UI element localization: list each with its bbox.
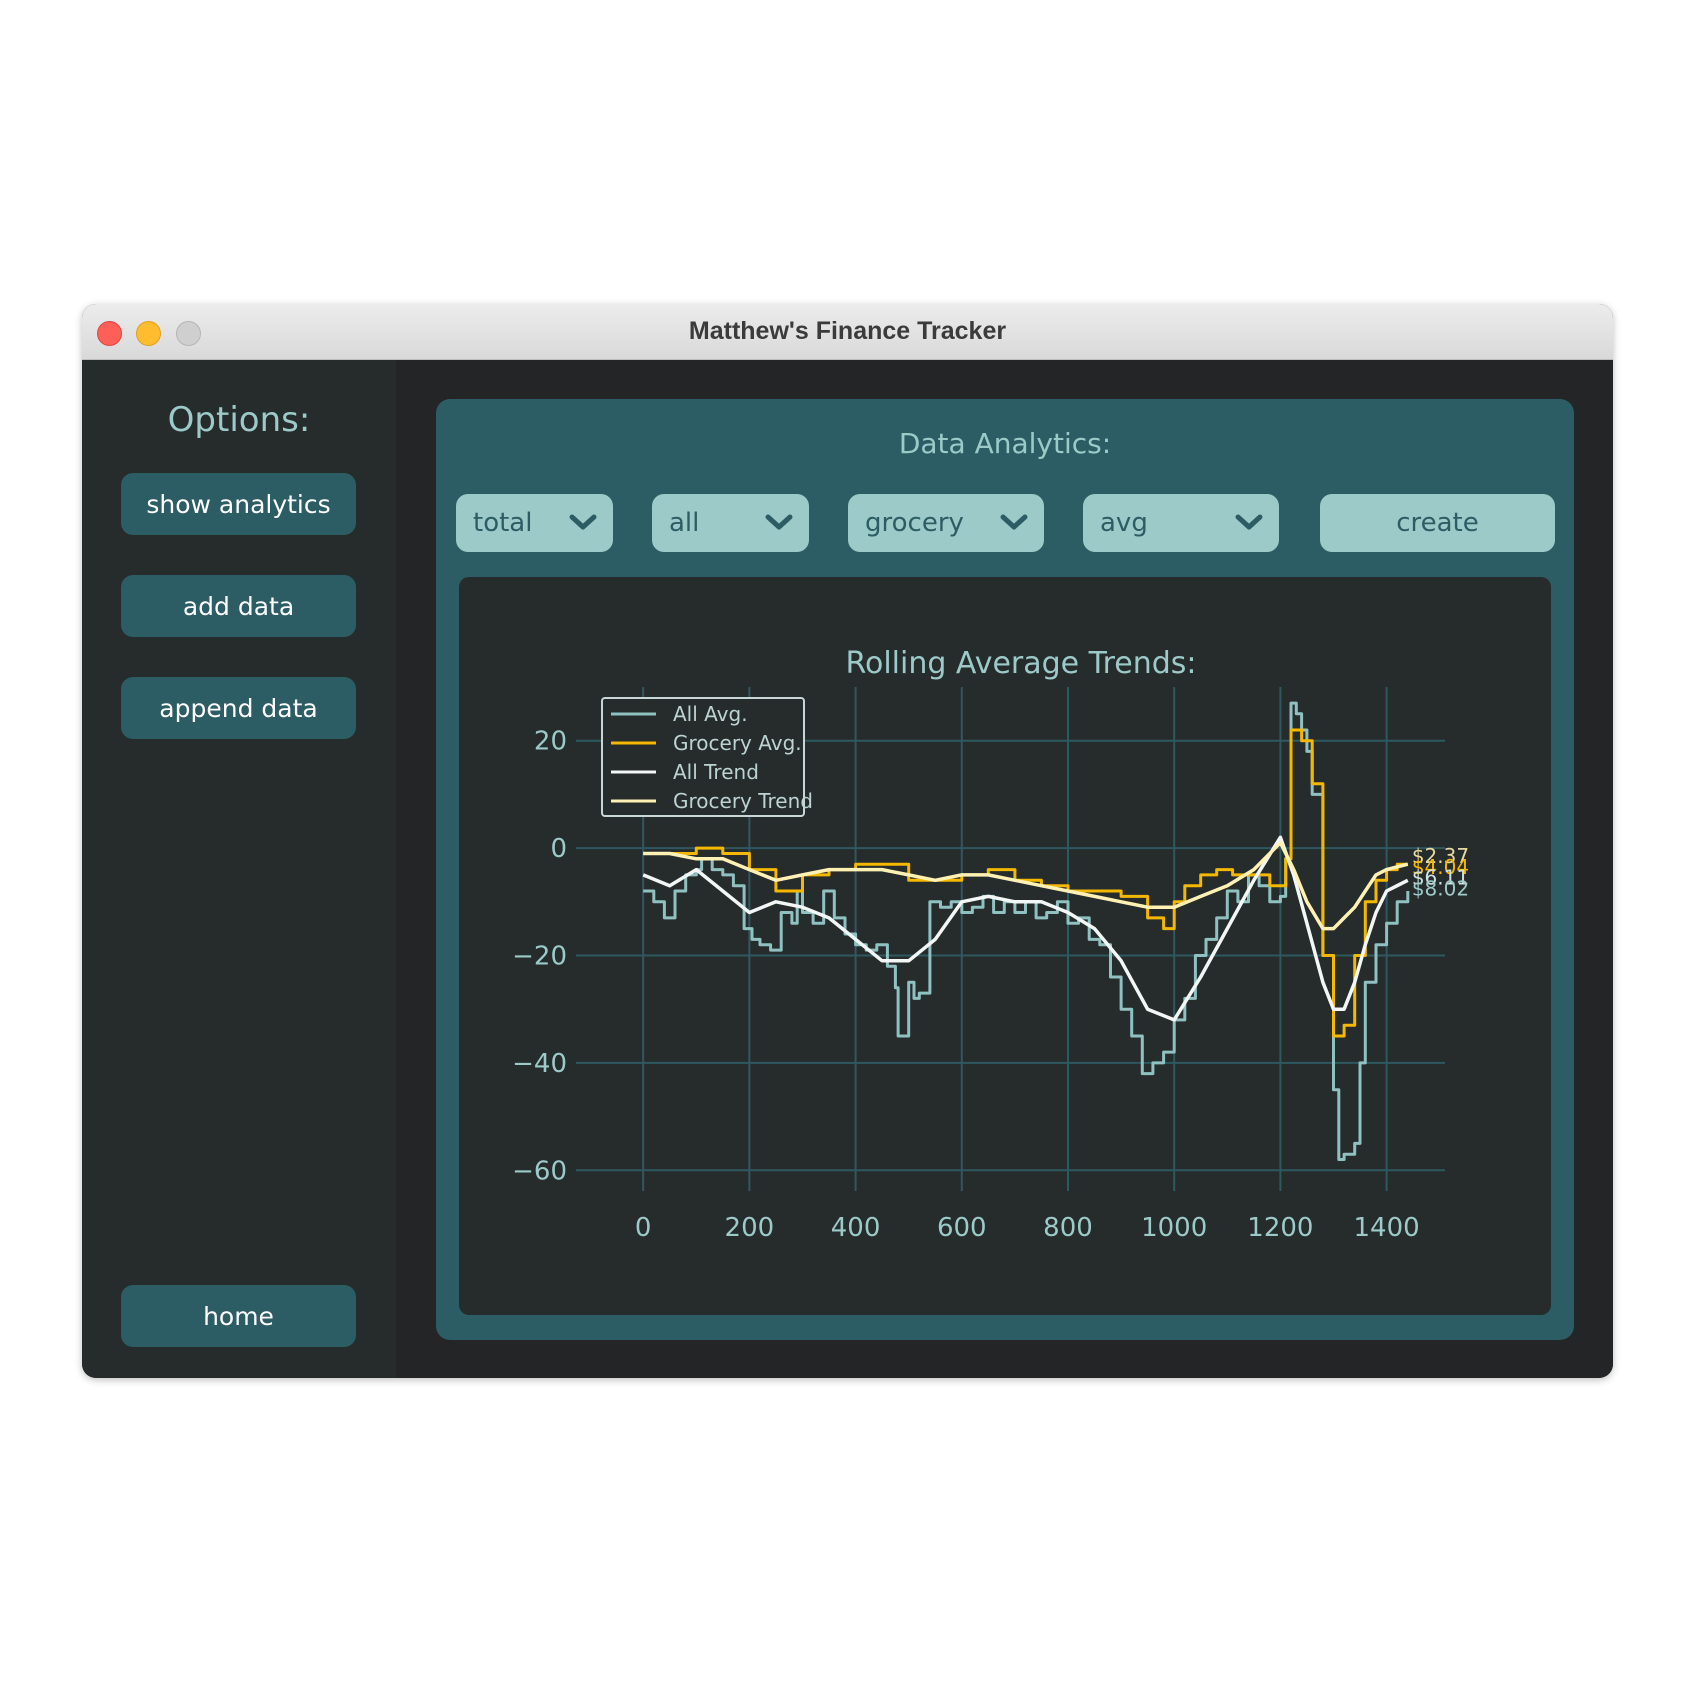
x-tick-label: 0 xyxy=(635,1213,652,1243)
chevron-down-icon xyxy=(1000,514,1028,530)
legend-label: Grocery Trend xyxy=(673,789,813,813)
legend-label: Grocery Avg. xyxy=(673,731,802,755)
chart-area: Rolling Average Trends: 0 200 400 600 800 100… xyxy=(459,577,1551,1315)
dropdown-value: grocery xyxy=(865,508,964,538)
app-window: Matthew's Finance Tracker Options: show … xyxy=(82,304,1613,1378)
chart-title: Rolling Average Trends: xyxy=(845,646,1196,681)
x-tick-label: 400 xyxy=(831,1213,881,1243)
chart-end-labels: $2.37$4.04$6.11$8.02 xyxy=(1412,844,1469,900)
x-tick-label: 200 xyxy=(725,1213,775,1243)
create-button[interactable]: create xyxy=(1320,494,1555,552)
legend-label: All Avg. xyxy=(673,702,748,726)
add-data-button[interactable]: add data xyxy=(121,575,356,637)
chevron-down-icon xyxy=(765,514,793,530)
dropdown-value: all xyxy=(669,508,700,538)
x-tick-label: 1400 xyxy=(1354,1213,1420,1243)
x-tick-label: 600 xyxy=(937,1213,987,1243)
analytics-panel: Data Analytics: total all grocery avg cr… xyxy=(436,399,1574,1340)
window-title: Matthew's Finance Tracker xyxy=(688,317,1007,345)
legend-label: All Trend xyxy=(673,760,759,784)
dropdown-value: avg xyxy=(1100,508,1148,538)
x-tick-label: 1200 xyxy=(1247,1213,1313,1243)
dropdown-grocery[interactable]: grocery xyxy=(848,494,1044,552)
dropdown-total[interactable]: total xyxy=(456,494,613,552)
home-button[interactable]: home xyxy=(121,1285,356,1347)
panel-title: Data Analytics: xyxy=(898,427,1112,460)
y-tick-label: −40 xyxy=(512,1049,567,1079)
x-tick-label: 800 xyxy=(1043,1213,1093,1243)
options-heading: Options: xyxy=(167,400,311,440)
dropdown-all[interactable]: all xyxy=(652,494,809,552)
title-bar: Matthew's Finance Tracker xyxy=(82,304,1613,360)
chevron-down-icon xyxy=(569,514,597,530)
chart-legend: All Avg. Grocery Avg. All Trend Grocery Tre… xyxy=(601,697,813,817)
show-analytics-button[interactable]: show analytics xyxy=(121,473,356,535)
y-tick-label: −60 xyxy=(512,1156,567,1186)
main-area: Data Analytics: total all grocery avg cr… xyxy=(396,360,1613,1378)
y-tick-label: 0 xyxy=(550,834,567,864)
x-tick-label: 1000 xyxy=(1141,1213,1207,1243)
y-tick-label: 20 xyxy=(534,727,567,757)
dropdown-avg[interactable]: avg xyxy=(1083,494,1279,552)
dropdown-value: total xyxy=(473,508,533,538)
y-tick-label: −20 xyxy=(512,941,567,971)
rolling-average-chart: Rolling Average Trends: 0 200 400 600 800 100… xyxy=(512,646,1469,1243)
series-line-grocery-trend xyxy=(643,840,1409,931)
chevron-down-icon xyxy=(1235,514,1263,530)
end-value-label: $8.02 xyxy=(1412,876,1469,900)
sidebar: Options: show analytics add data append … xyxy=(82,360,396,1378)
append-data-button[interactable]: append data xyxy=(121,677,356,739)
